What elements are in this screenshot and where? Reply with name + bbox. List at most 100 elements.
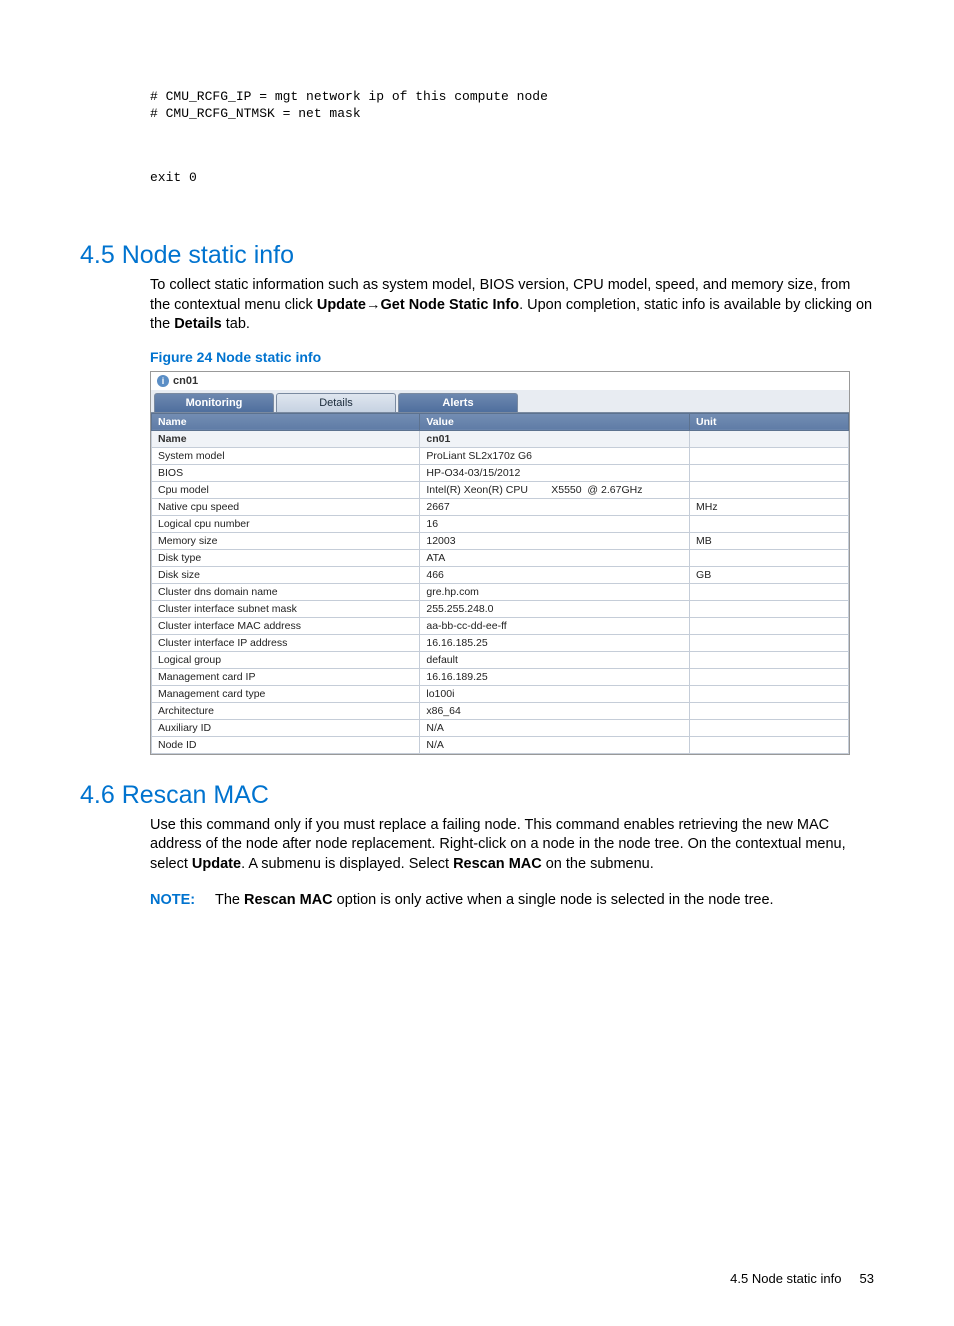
table-cell-name: Memory size (152, 532, 420, 549)
tab-row: Monitoring Details Alerts (151, 390, 849, 413)
table-row: Memory size12003MB (152, 532, 849, 549)
table-cell-unit (690, 702, 849, 719)
bold-rescan-mac: Rescan MAC (453, 856, 542, 872)
table-cell-value: N/A (420, 736, 690, 753)
table-cell-value: N/A (420, 719, 690, 736)
column-header-value[interactable]: Value (420, 413, 690, 430)
table-cell-value: 16.16.185.25 (420, 634, 690, 651)
table-cell-unit (690, 430, 849, 447)
table-row: System modelProLiant SL2x170z G6 (152, 447, 849, 464)
table-cell-value: 16 (420, 515, 690, 532)
table-cell-unit (690, 583, 849, 600)
table-cell-name: Management card type (152, 685, 420, 702)
note-label: NOTE: (150, 892, 195, 908)
table-row: Cluster interface IP address16.16.185.25 (152, 634, 849, 651)
table-row: Cpu modelIntel(R) Xeon(R) CPU X5550 @ 2.… (152, 481, 849, 498)
table-cell-name: Cpu model (152, 481, 420, 498)
table-cell-name: Disk size (152, 566, 420, 583)
table-cell-value: gre.hp.com (420, 583, 690, 600)
table-cell-value: aa-bb-cc-dd-ee-ff (420, 617, 690, 634)
table-cell-name: Native cpu speed (152, 498, 420, 515)
table-cell-name: Management card IP (152, 668, 420, 685)
table-cell-unit (690, 481, 849, 498)
table-cell-name: Disk type (152, 549, 420, 566)
table-cell-name: Node ID (152, 736, 420, 753)
table-cell-name: Logical cpu number (152, 515, 420, 532)
table-cell-name: System model (152, 447, 420, 464)
bold-get-node: Get Node Static Info (381, 297, 520, 313)
table-cell-unit (690, 736, 849, 753)
table-row: Auxiliary IDN/A (152, 719, 849, 736)
text: on the submenu. (542, 856, 654, 872)
table-cell-unit (690, 617, 849, 634)
tab-monitoring[interactable]: Monitoring (154, 393, 274, 412)
column-header-name[interactable]: Name (152, 413, 420, 430)
info-icon: i (157, 375, 169, 387)
tab-alerts[interactable]: Alerts (398, 393, 518, 412)
column-header-unit[interactable]: Unit (690, 413, 849, 430)
page-number: 53 (860, 1271, 874, 1286)
window-title: cn01 (173, 375, 198, 387)
figure-node-static-info: i cn01 Monitoring Details Alerts Name Va… (150, 371, 850, 755)
table-row: Cluster interface subnet mask255.255.248… (152, 600, 849, 617)
table-cell-unit (690, 600, 849, 617)
table-cell-unit: GB (690, 566, 849, 583)
table-cell-unit (690, 668, 849, 685)
table-cell-name: Cluster interface subnet mask (152, 600, 420, 617)
table-cell-value: cn01 (420, 430, 690, 447)
table-cell-unit (690, 549, 849, 566)
table-cell-value: ProLiant SL2x170z G6 (420, 447, 690, 464)
table-cell-unit (690, 719, 849, 736)
table-cell-value: 12003 (420, 532, 690, 549)
table-cell-value: 16.16.189.25 (420, 668, 690, 685)
note-row: NOTE: The Rescan MAC option is only acti… (150, 892, 874, 908)
text: option is only active when a single node… (333, 892, 774, 908)
table-cell-name: Name (152, 430, 420, 447)
table-cell-value: Intel(R) Xeon(R) CPU X5550 @ 2.67GHz (420, 481, 690, 498)
table-cell-unit (690, 651, 849, 668)
bold-rescan-mac: Rescan MAC (244, 892, 333, 908)
table-cell-name: Cluster dns domain name (152, 583, 420, 600)
text: tab. (222, 316, 250, 332)
table-row: BIOSHP-O34-03/15/2012 (152, 464, 849, 481)
table-row: Disk size466GB (152, 566, 849, 583)
table-row: Disk typeATA (152, 549, 849, 566)
text: The (215, 892, 244, 908)
code-line: # CMU_RCFG_IP = mgt network ip of this c… (150, 89, 874, 123)
table-row: Logical cpu number16 (152, 515, 849, 532)
table-cell-unit (690, 447, 849, 464)
table-cell-name: BIOS (152, 464, 420, 481)
details-table: Name Value Unit Namecn01System modelProL… (151, 413, 849, 754)
table-row: Namecn01 (152, 430, 849, 447)
table-cell-value: x86_64 (420, 702, 690, 719)
table-cell-value: lo100i (420, 685, 690, 702)
table-row: Cluster dns domain namegre.hp.com (152, 583, 849, 600)
table-cell-value: 2667 (420, 498, 690, 515)
figure-caption: Figure 24 Node static info (150, 349, 874, 365)
table-row: Architecturex86_64 (152, 702, 849, 719)
table-cell-value: 466 (420, 566, 690, 583)
table-cell-unit (690, 634, 849, 651)
table-cell-unit (690, 685, 849, 702)
table-row: Native cpu speed2667MHz (152, 498, 849, 515)
table-cell-name: Logical group (152, 651, 420, 668)
bold-update: Update (192, 856, 241, 872)
bold-details: Details (174, 316, 222, 332)
table-row: Management card typelo100i (152, 685, 849, 702)
table-cell-name: Auxiliary ID (152, 719, 420, 736)
code-block: # CMU_RCFG_IP = mgt network ip of this c… (150, 55, 874, 221)
table-cell-value: ATA (420, 549, 690, 566)
table-cell-value: 255.255.248.0 (420, 600, 690, 617)
paragraph: To collect static information such as sy… (150, 276, 874, 335)
section-heading-node-static-info: 4.5 Node static info (80, 241, 874, 270)
table-cell-name: Cluster interface IP address (152, 634, 420, 651)
table-row: Logical groupdefault (152, 651, 849, 668)
section-heading-rescan-mac: 4.6 Rescan MAC (80, 781, 874, 810)
table-cell-value: default (420, 651, 690, 668)
tab-details[interactable]: Details (276, 393, 396, 412)
footer-title: 4.5 Node static info (730, 1271, 841, 1286)
window-title-bar: i cn01 (151, 372, 849, 390)
table-row: Management card IP16.16.189.25 (152, 668, 849, 685)
table-cell-name: Architecture (152, 702, 420, 719)
table-cell-unit (690, 464, 849, 481)
